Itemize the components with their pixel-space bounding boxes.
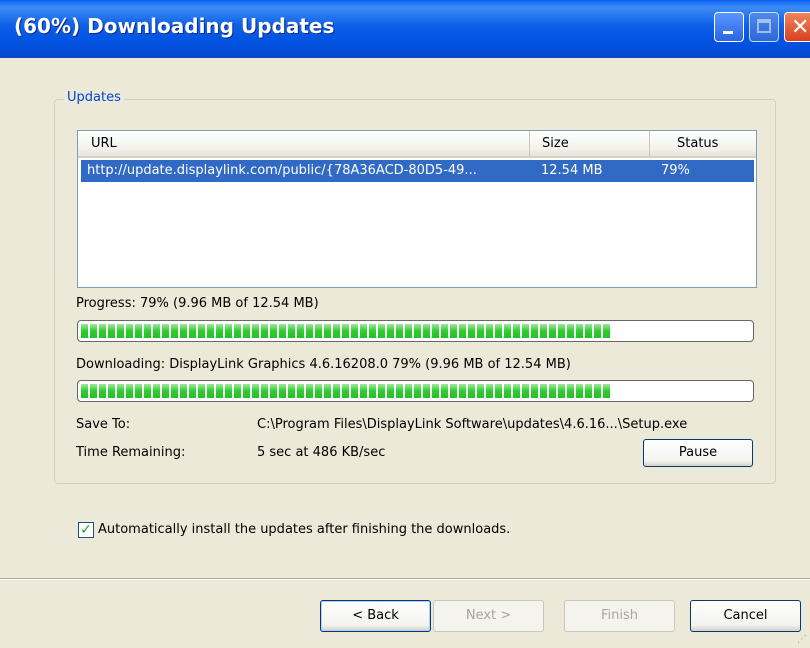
- list-item-status: 79%: [661, 163, 690, 178]
- overall-progress-bar: [77, 320, 754, 342]
- resize-grip-icon[interactable]: ⋰: [797, 634, 807, 645]
- overall-progress-fill: [81, 324, 610, 338]
- auto-install-checkbox[interactable]: ✓: [78, 522, 94, 538]
- back-button[interactable]: < Back: [320, 600, 431, 632]
- item-progress-label: Downloading: DisplayLink Graphics 4.6.16…: [76, 357, 571, 372]
- close-icon: ✕: [791, 15, 810, 40]
- window-title: (60%) Downloading Updates: [14, 14, 335, 38]
- save-to-path: C:\Program Files\DisplayLink Software\up…: [257, 417, 688, 432]
- title-bar[interactable]: (60%) Downloading Updates ✕: [0, 0, 810, 58]
- save-to-label: Save To:: [76, 417, 131, 432]
- maximize-icon: [757, 19, 771, 33]
- list-item[interactable]: http://update.displaylink.com/public/{78…: [81, 160, 754, 182]
- footer-separator: [0, 578, 810, 580]
- column-header-url[interactable]: URL: [78, 131, 530, 156]
- item-progress-bar: [77, 380, 754, 402]
- list-item-url: http://update.displaylink.com/public/{78…: [87, 163, 477, 178]
- overall-progress-label: Progress: 79% (9.96 MB of 12.54 MB): [76, 296, 319, 311]
- item-progress-fill: [81, 384, 610, 398]
- finish-button: Finish: [564, 600, 675, 632]
- next-button: Next >: [433, 600, 544, 632]
- pause-button[interactable]: Pause: [643, 439, 753, 467]
- column-header-status[interactable]: Status: [650, 131, 756, 156]
- cancel-button[interactable]: Cancel: [690, 600, 801, 632]
- checkmark-icon: ✓: [80, 522, 92, 538]
- time-remaining-value: 5 sec at 486 KB/sec: [257, 445, 386, 460]
- updates-list[interactable]: URL Size Status http://update.displaylin…: [77, 130, 757, 288]
- column-header-size[interactable]: Size: [530, 131, 650, 156]
- auto-install-label[interactable]: Automatically install the updates after …: [98, 522, 510, 537]
- updates-group-label: Updates: [64, 90, 124, 105]
- list-header: URL Size Status: [78, 131, 756, 158]
- dialog-window: (60%) Downloading Updates ✕ Updates URL …: [0, 0, 810, 648]
- list-item-size: 12.54 MB: [541, 163, 603, 178]
- maximize-button: [749, 12, 779, 42]
- minimize-icon: [723, 31, 733, 34]
- close-button[interactable]: ✕: [784, 12, 810, 42]
- minimize-button[interactable]: [714, 12, 744, 42]
- time-remaining-label: Time Remaining:: [76, 445, 186, 460]
